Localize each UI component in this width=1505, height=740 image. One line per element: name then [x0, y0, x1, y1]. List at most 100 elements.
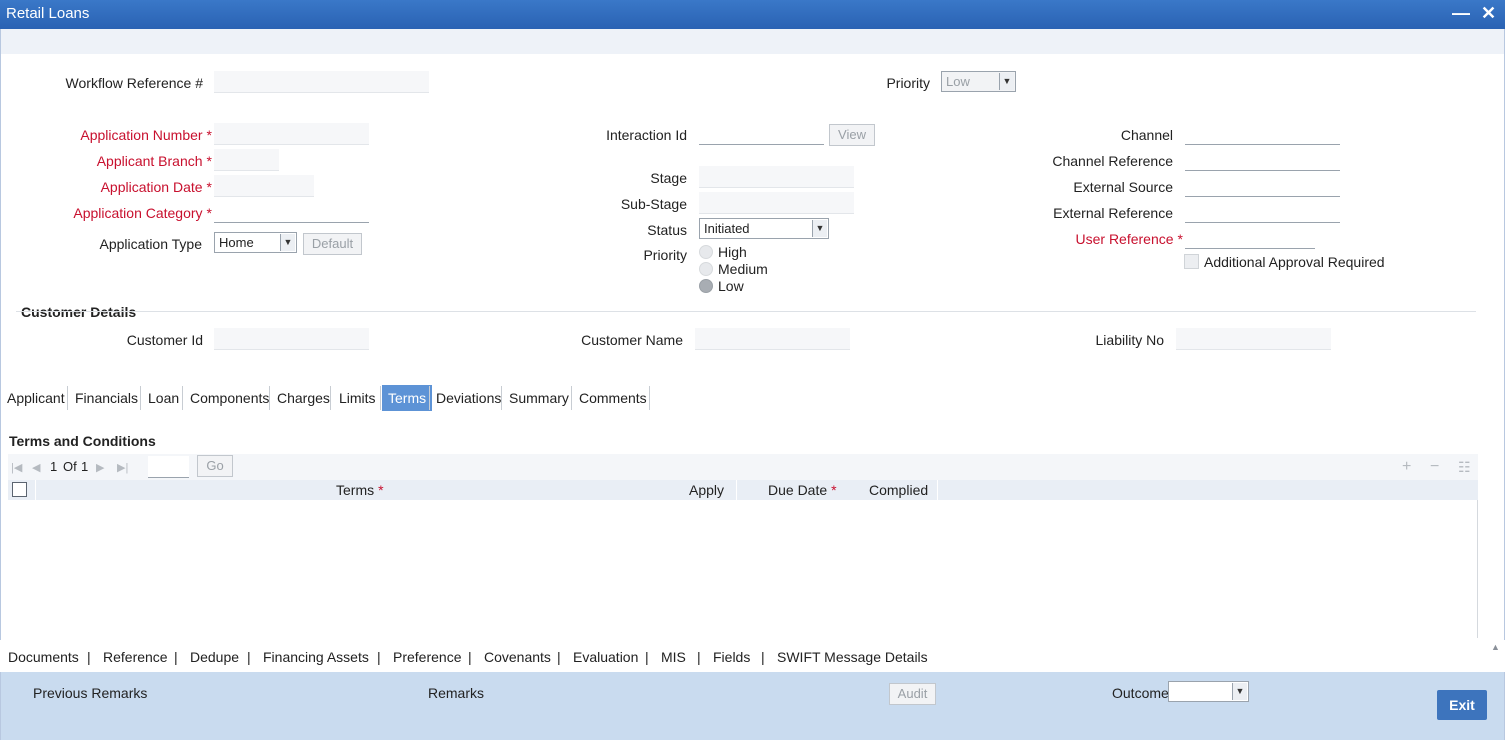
page-current: 1	[50, 459, 58, 474]
customer-id-field[interactable]	[214, 328, 369, 350]
tab-summary[interactable]: Summary	[503, 385, 575, 411]
sub-stage-label: Sub-Stage	[620, 196, 687, 212]
terms-section-title: Terms and Conditions	[9, 433, 156, 449]
priority-select[interactable]: Low ▼	[941, 71, 1016, 92]
title-bar: Retail Loans — ✕	[0, 0, 1505, 29]
interaction-id-field[interactable]	[699, 123, 824, 145]
stage-label: Stage	[650, 170, 687, 186]
additional-approval-checkbox[interactable]	[1184, 254, 1199, 269]
chevron-down-icon: ▼	[1232, 683, 1247, 700]
page-total: 1	[81, 459, 89, 474]
delete-row-icon[interactable]: −	[1430, 458, 1439, 476]
nav-covenants[interactable]: Covenants	[484, 649, 551, 665]
nav-preference[interactable]: Preference	[393, 649, 461, 665]
tab-limits[interactable]: Limits	[333, 385, 382, 411]
close-icon[interactable]: ✕	[1481, 3, 1496, 24]
nav-fields[interactable]: Fields	[713, 649, 750, 665]
toolbar-strip	[0, 29, 1505, 54]
applicant-branch-label: Applicant Branch *	[40, 153, 212, 169]
terms-grid-body[interactable]	[8, 500, 1478, 638]
tab-financials[interactable]: Financials	[69, 385, 144, 411]
tab-loan[interactable]: Loan	[142, 385, 185, 411]
tab-components[interactable]: Components	[184, 385, 275, 411]
priority-medium-radio[interactable]	[699, 262, 713, 276]
previous-remarks-link[interactable]: Previous Remarks	[33, 685, 147, 701]
outcome-select[interactable]: ▼	[1168, 681, 1249, 702]
exit-button[interactable]: Exit	[1437, 690, 1487, 720]
external-source-field[interactable]	[1185, 175, 1340, 197]
tab-separator	[330, 386, 331, 410]
select-all-checkbox[interactable]	[12, 482, 27, 497]
tab-separator	[501, 386, 502, 410]
required-mark: *	[206, 127, 212, 143]
required-mark: *	[378, 482, 384, 498]
tab-terms[interactable]: Terms	[382, 385, 433, 411]
required-mark: *	[206, 153, 212, 169]
nav-dedupe[interactable]: Dedupe	[190, 649, 239, 665]
channel-reference-field[interactable]	[1185, 149, 1340, 171]
view-button[interactable]: View	[829, 124, 875, 146]
application-category-text: Application Category	[73, 205, 203, 221]
column-due-date-text: Due Date	[768, 482, 828, 498]
applicant-branch-field[interactable]	[214, 149, 279, 171]
external-source-label: External Source	[1073, 179, 1173, 195]
application-type-label: Application Type	[99, 236, 202, 252]
channel-label: Channel	[1120, 127, 1173, 143]
application-date-label: Application Date *	[40, 179, 212, 195]
nav-separator: |	[247, 649, 251, 665]
application-type-select[interactable]: Home ▼	[214, 232, 297, 253]
default-button[interactable]: Default	[303, 233, 362, 255]
column-apply: Apply	[689, 482, 725, 498]
page-number-input[interactable]	[148, 456, 189, 478]
single-view-icon[interactable]: ☷	[1458, 459, 1471, 476]
nav-reference[interactable]: Reference	[103, 649, 168, 665]
tab-separator	[269, 386, 270, 410]
tab-separator	[571, 386, 572, 410]
priority-high-radio[interactable]	[699, 245, 713, 259]
tab-comments[interactable]: Comments	[573, 385, 653, 411]
application-number-field[interactable]	[214, 123, 369, 145]
priority-low-radio[interactable]	[699, 279, 713, 293]
workflow-reference-field[interactable]	[214, 71, 429, 93]
priority-radio-label: Priority	[643, 247, 687, 263]
stage-field[interactable]	[699, 166, 854, 188]
workflow-reference-label: Workflow Reference #	[65, 75, 203, 91]
nav-documents[interactable]: Documents	[8, 649, 79, 665]
sub-stage-field[interactable]	[699, 192, 854, 214]
last-page-icon[interactable]: ▶|	[117, 461, 128, 474]
audit-button[interactable]: Audit	[889, 683, 936, 705]
tab-deviations[interactable]: Deviations	[430, 385, 507, 411]
channel-field[interactable]	[1185, 123, 1340, 145]
tab-separator	[380, 386, 381, 410]
tab-charges[interactable]: Charges	[271, 385, 336, 411]
tab-separator	[182, 386, 183, 410]
application-category-field[interactable]	[214, 201, 369, 223]
prev-page-icon[interactable]: ◀	[32, 461, 40, 474]
status-select[interactable]: Initiated ▼	[699, 218, 829, 239]
application-date-field[interactable]	[214, 175, 314, 197]
external-reference-field[interactable]	[1185, 201, 1340, 223]
user-reference-field[interactable]	[1185, 227, 1315, 249]
go-button[interactable]: Go	[197, 455, 233, 477]
priority-high-label: High	[718, 244, 747, 260]
nav-evaluation[interactable]: Evaluation	[573, 649, 638, 665]
nav-separator: |	[557, 649, 561, 665]
add-row-icon[interactable]: +	[1402, 458, 1411, 476]
minimize-icon[interactable]: —	[1452, 3, 1470, 24]
chevron-up-icon[interactable]: ▲	[1491, 642, 1500, 652]
column-divider	[736, 480, 737, 500]
nav-mis[interactable]: MIS	[661, 649, 686, 665]
nav-financing-assets[interactable]: Financing Assets	[263, 649, 369, 665]
nav-separator: |	[761, 649, 765, 665]
tab-separator	[649, 386, 650, 410]
channel-reference-label: Channel Reference	[1052, 153, 1173, 169]
column-terms: Terms *	[336, 482, 384, 498]
customer-id-label: Customer Id	[126, 332, 203, 348]
customer-name-field[interactable]	[695, 328, 850, 350]
first-page-icon[interactable]: |◀	[11, 461, 22, 474]
tab-applicant[interactable]: Applicant	[1, 385, 71, 411]
nav-swift-message-details[interactable]: SWIFT Message Details	[777, 649, 928, 665]
user-reference-label: User Reference *	[1000, 231, 1184, 247]
next-page-icon[interactable]: ▶	[96, 461, 104, 474]
liability-no-field[interactable]	[1176, 328, 1331, 350]
